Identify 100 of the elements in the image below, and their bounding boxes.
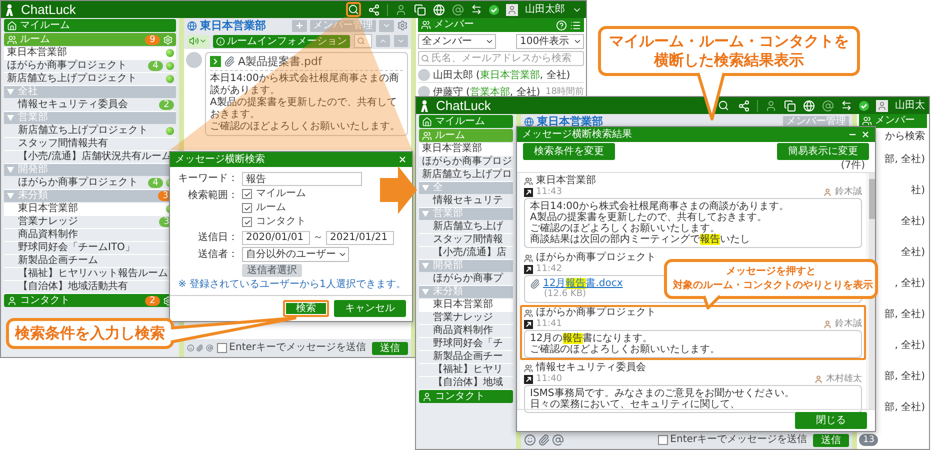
- room-item[interactable]: ほがらか商事プロジェクト 4: [4, 60, 176, 73]
- help-icon[interactable]: [556, 20, 567, 30]
- at-icon[interactable]: [552, 434, 564, 446]
- at-icon[interactable]: [822, 100, 834, 112]
- search-field[interactable]: 氏名、メールアドレスから検索: [418, 51, 584, 66]
- send-button[interactable]: 送信: [813, 434, 849, 446]
- room-name: ほがらか商事プロジェクト: [536, 307, 656, 319]
- search-field[interactable]: [354, 34, 372, 48]
- person-icon[interactable]: [765, 100, 777, 112]
- windows-icon[interactable]: [784, 100, 796, 112]
- simple-view-button[interactable]: 簡易表示に変更: [777, 143, 869, 160]
- paperclip-icon[interactable]: [196, 342, 204, 354]
- checkbox[interactable]: [242, 217, 252, 227]
- my-room-header[interactable]: マイルーム: [419, 115, 513, 128]
- person-icon[interactable]: [395, 4, 407, 16]
- sound-button[interactable]: [187, 34, 209, 48]
- room-title[interactable]: 東日本営業部: [200, 18, 266, 32]
- date-field[interactable]: 2021/01/21: [326, 230, 394, 244]
- at-icon[interactable]: [206, 342, 214, 354]
- count-badge: 9: [145, 34, 160, 44]
- close-icon[interactable]: [861, 130, 870, 139]
- date-field[interactable]: 2020/01/01: [242, 230, 310, 244]
- room-item[interactable]: スタッフ間情報: [419, 234, 513, 247]
- group-icon: [524, 364, 533, 372]
- cancel-button[interactable]: キャンセル: [334, 300, 406, 317]
- arrow-box-icon[interactable]: [524, 265, 533, 274]
- search-result[interactable]: 情報セキュリティ委員会 11:40 木村雄太 ISMS事務局です。みなさまのご意見をお聞かせください。 日々の業務において、セキュリティに関して、: [520, 360, 866, 415]
- change-conditions-button[interactable]: 検索条件を変更: [523, 143, 615, 160]
- room-info-button[interactable]: ルームインフォメーション: [213, 34, 350, 48]
- sender-select[interactable]: 自分以外のユーザー: [242, 247, 349, 262]
- result-count: (7件): [840, 160, 866, 172]
- range-separator: ～: [313, 232, 323, 244]
- at-icon[interactable]: [452, 4, 464, 16]
- member-filter-select[interactable]: 全メンバー: [418, 34, 496, 49]
- arrow-box-icon[interactable]: [524, 188, 533, 197]
- search-button[interactable]: [716, 98, 731, 113]
- contact-header[interactable]: コンタクト: [419, 390, 513, 403]
- room-item[interactable]: 新店舗立ち上げ: [419, 221, 513, 234]
- swap-icon[interactable]: [471, 4, 482, 15]
- unread-badge: 2: [159, 100, 174, 110]
- user-name[interactable]: 山田太郎: [525, 3, 565, 16]
- room-item[interactable]: 東日本営業部: [419, 143, 513, 156]
- windows-icon[interactable]: [414, 4, 426, 16]
- avatar: [186, 52, 202, 68]
- room-item[interactable]: 【福祉】ヒヤリ: [419, 364, 513, 377]
- share-icon[interactable]: [368, 4, 380, 16]
- my-room-header[interactable]: マイルーム: [4, 19, 176, 32]
- room-item[interactable]: 新製品企画チー: [419, 351, 513, 364]
- room-item[interactable]: スタッフ間情報共有: [4, 138, 176, 151]
- file-size: (12.6 KB): [543, 289, 586, 300]
- room-name: ほがらか商事プロジェクト: [536, 252, 656, 264]
- send-button[interactable]: 送信: [372, 342, 408, 354]
- member-name[interactable]: 山田太郎: [433, 68, 473, 82]
- avatar: [418, 69, 430, 81]
- room-item[interactable]: 新店舗立ち上げプロジェクト: [4, 125, 176, 138]
- search-button[interactable]: 検索: [283, 300, 329, 317]
- swap-icon[interactable]: [841, 100, 852, 111]
- logo-icon: [5, 4, 14, 16]
- close-icon[interactable]: [398, 155, 407, 164]
- arrow-box-icon[interactable]: [524, 375, 533, 384]
- share-icon[interactable]: [738, 100, 750, 112]
- checkbox[interactable]: [242, 189, 252, 199]
- caret-icon: [485, 37, 494, 46]
- author-name: 木村雄太: [826, 374, 862, 385]
- keyword-field[interactable]: 報告: [242, 172, 362, 186]
- room-item[interactable]: 野球同好会「チ: [419, 338, 513, 351]
- member-name[interactable]: 伊藤守: [433, 86, 463, 98]
- emoji-icon[interactable]: [524, 434, 536, 446]
- checkbox-label: Enterキーでメッセージを送信: [670, 434, 807, 446]
- search-result[interactable]: 東日本営業部 11:43 鈴木誠 本日14:00から株式会社根尾商事さまの商談があります。 A製品の提案書を更新したので、共有しておきます。 ご確認のほどよろしくお願いいたします。 商談結果は次回の部内ミーティングで報告いたし: [520, 173, 866, 250]
- checkbox[interactable]: [217, 343, 228, 353]
- arrow-box-icon[interactable]: [524, 320, 533, 329]
- room-title[interactable]: 東日本営業部: [537, 114, 603, 128]
- info-icon: [216, 36, 225, 46]
- room-item[interactable]: 商品資料制作: [419, 325, 513, 338]
- room-item[interactable]: 東日本営業部: [4, 47, 176, 60]
- file-link[interactable]: A製品提案書.pdf: [238, 55, 322, 68]
- checkbox[interactable]: [658, 435, 668, 445]
- settings-icon[interactable]: [397, 20, 408, 31]
- search-icon: [348, 4, 359, 15]
- search-icon: [357, 37, 365, 45]
- logo-icon: [420, 100, 429, 112]
- home-icon: [7, 20, 17, 30]
- group-icon: [524, 254, 533, 262]
- expand-icon[interactable]: [210, 56, 221, 67]
- globe-icon[interactable]: [433, 4, 445, 16]
- room-item[interactable]: 営業ナレッジ: [419, 312, 513, 325]
- member-affiliation: 社): [911, 184, 926, 197]
- checkbox-label: ルーム: [256, 202, 286, 214]
- user-name[interactable]: 山田太: [895, 99, 925, 112]
- checkbox[interactable]: [242, 203, 252, 213]
- message-time: 11:43: [536, 187, 562, 198]
- page-size-select[interactable]: 100件表示: [516, 34, 584, 49]
- close-button[interactable]: 閉じる: [795, 412, 867, 429]
- paperclip-icon[interactable]: [538, 434, 550, 446]
- globe-icon[interactable]: [803, 100, 815, 112]
- room-item[interactable]: ほがらか商事プロジ: [419, 156, 513, 169]
- emoji-icon[interactable]: [187, 342, 194, 354]
- room-item[interactable]: 東日本営業部: [419, 299, 513, 312]
- list-icon[interactable]: [570, 20, 581, 30]
